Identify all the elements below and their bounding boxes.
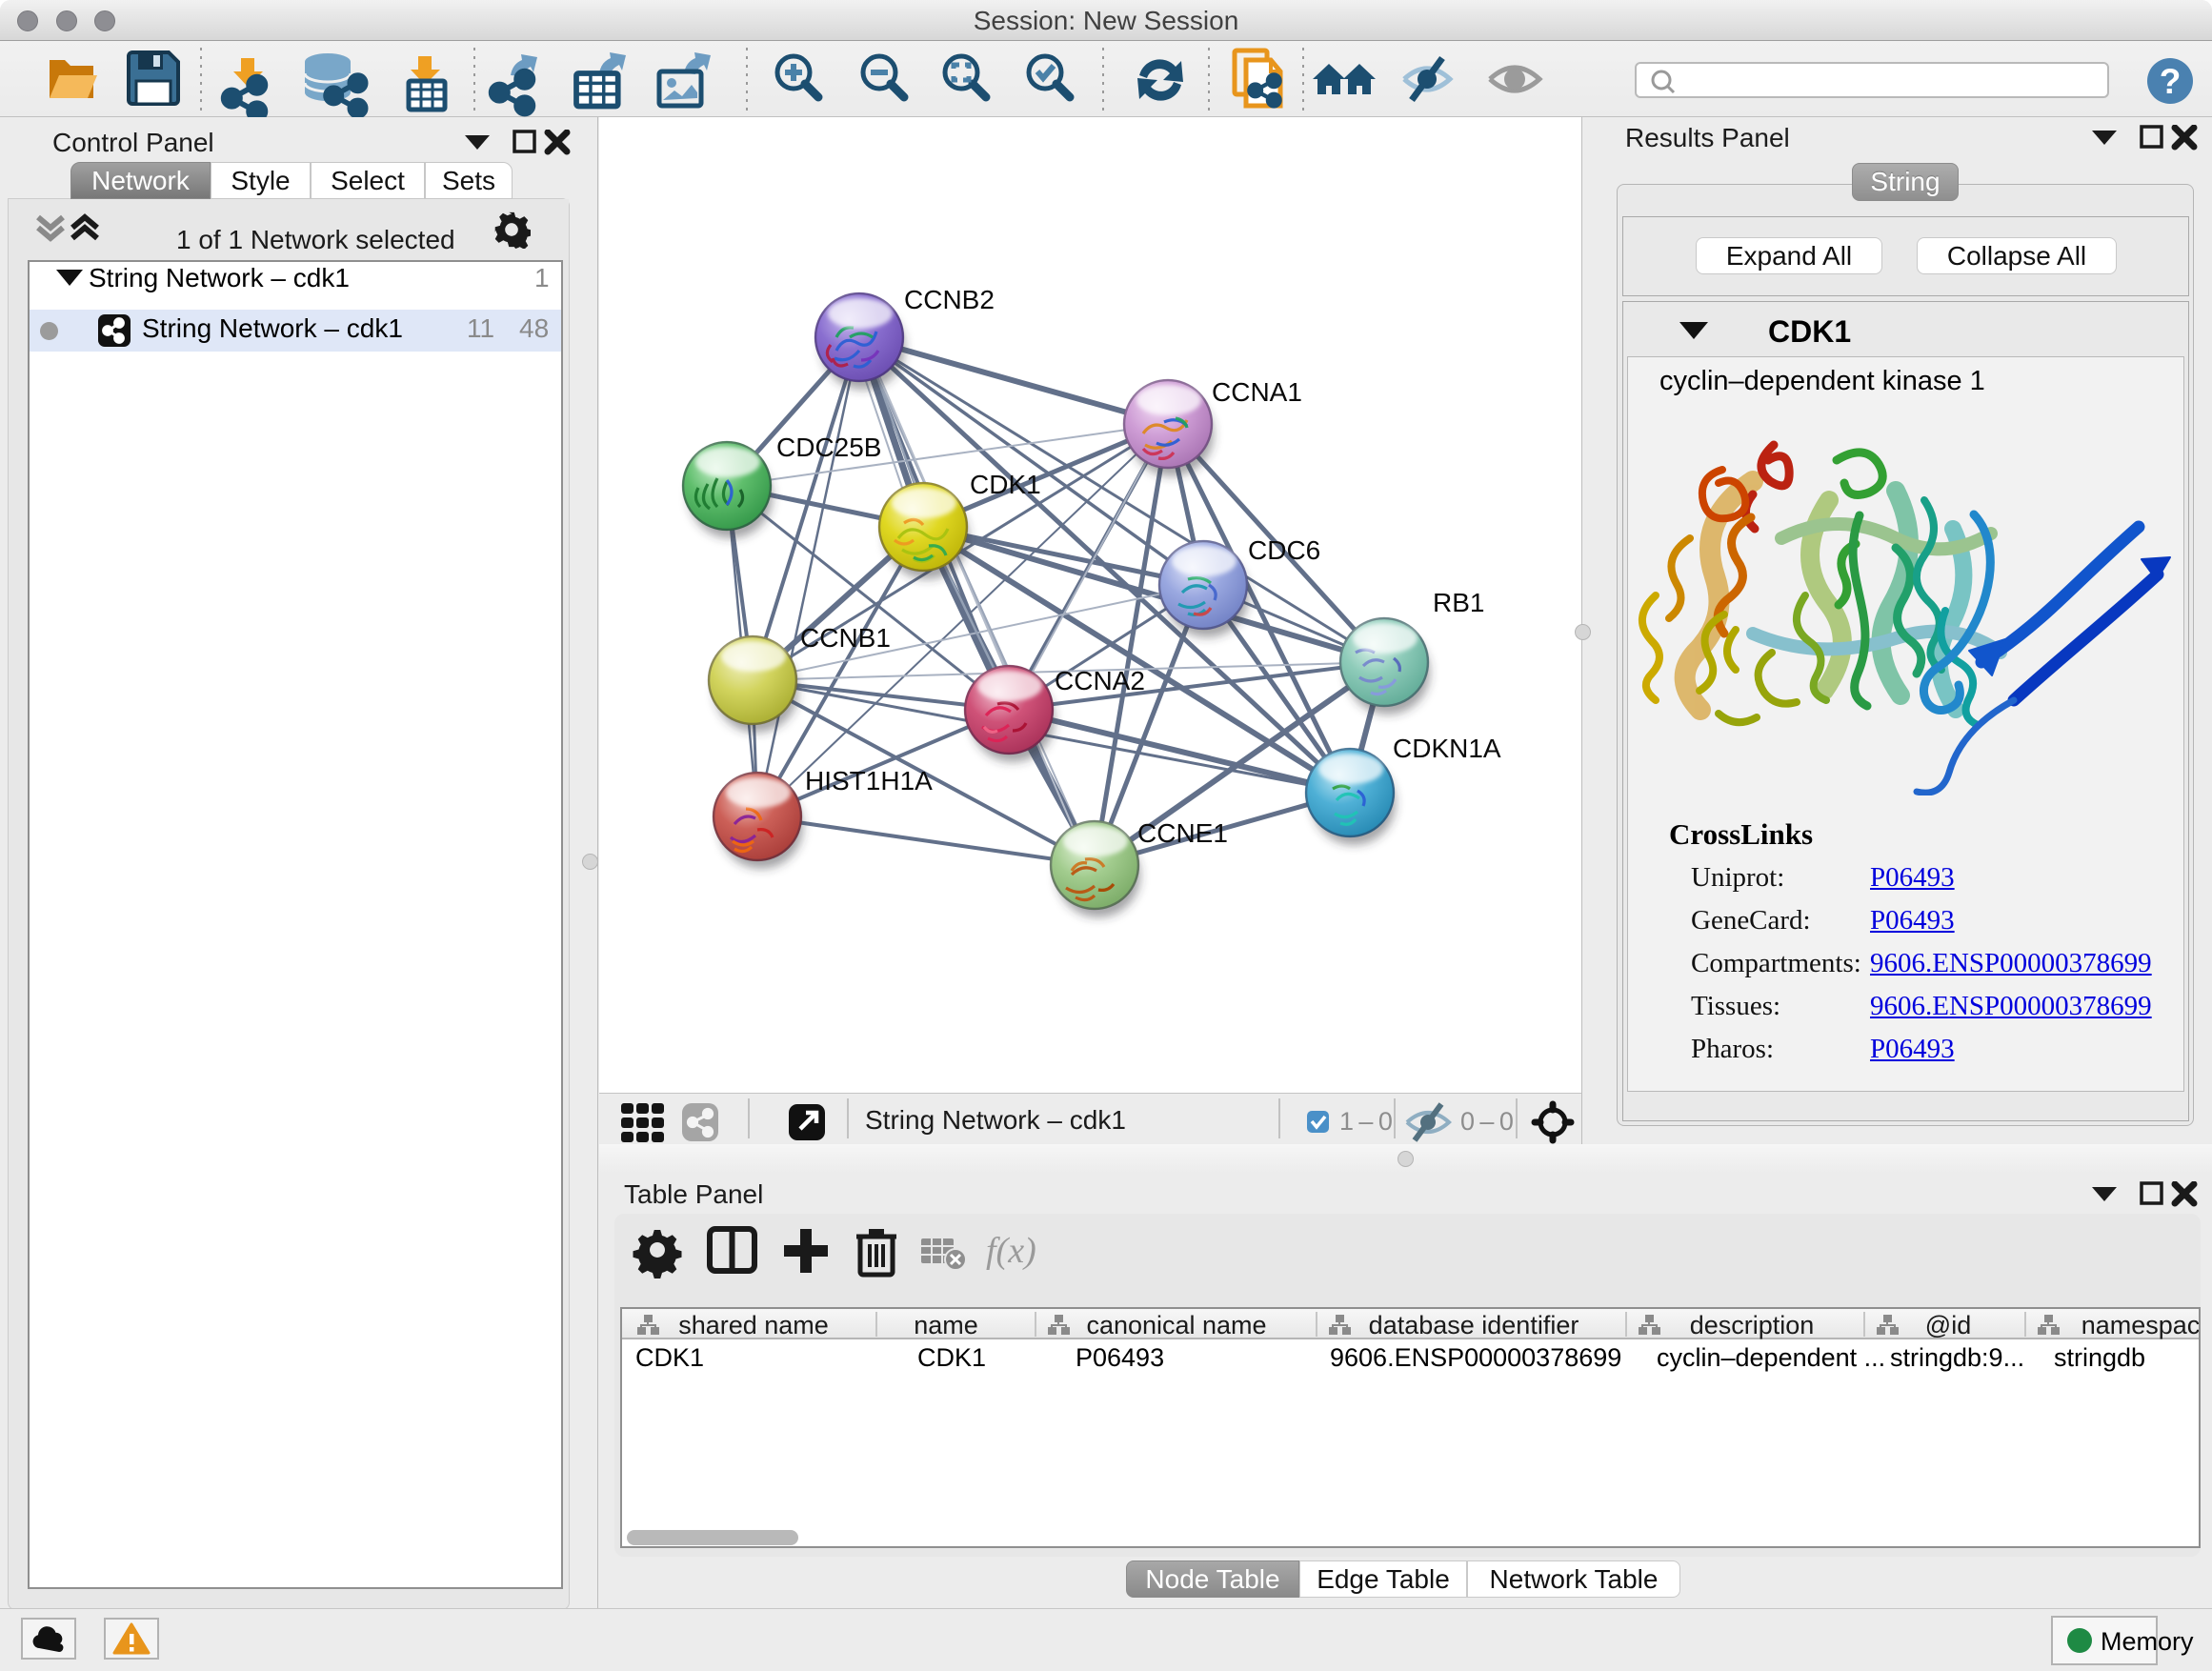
svg-text:RB1: RB1 [1433,588,1484,617]
svg-text:@id: @id [1925,1311,1971,1339]
svg-text:canonical name: canonical name [1086,1311,1266,1339]
svg-text:f(x): f(x) [986,1231,1036,1271]
svg-text:CCNA2: CCNA2 [1055,666,1145,695]
svg-text:CDKN1A: CDKN1A [1393,734,1501,763]
svg-text:CCNB2: CCNB2 [904,285,995,314]
svg-text:shared name: shared name [678,1311,829,1339]
svg-text:CCNE1: CCNE1 [1137,818,1228,848]
svg-text:description: description [1690,1311,1815,1339]
svg-text:name: name [914,1311,978,1339]
svg-text:CCNA1: CCNA1 [1212,377,1302,407]
svg-text:CDC6: CDC6 [1248,535,1320,565]
svg-text:1 – 0: 1 – 0 [1339,1107,1393,1136]
svg-text:CCNB1: CCNB1 [800,623,891,653]
svg-text:?: ? [2160,62,2182,101]
svg-text:HIST1H1A: HIST1H1A [805,766,933,795]
svg-text:database identifier: database identifier [1369,1311,1579,1339]
svg-text:CDC25B: CDC25B [776,433,881,462]
svg-text:0 – 0: 0 – 0 [1460,1107,1514,1136]
svg-text:CDK1: CDK1 [970,470,1041,499]
svg-text:namespac: namespac [2081,1311,2199,1339]
